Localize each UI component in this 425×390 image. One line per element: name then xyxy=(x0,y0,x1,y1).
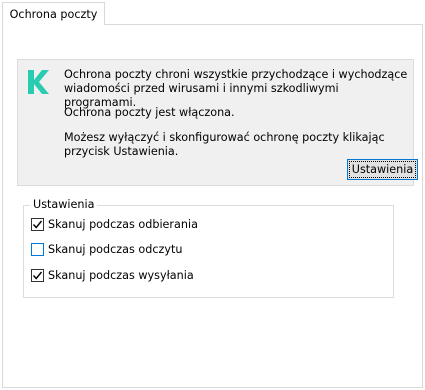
settings-group-legend: Ustawienia xyxy=(30,198,98,212)
kaspersky-k-icon xyxy=(28,70,49,94)
scan-on-send-option[interactable]: Skanuj podczas wysyłania xyxy=(31,269,194,282)
checkmark-icon xyxy=(32,220,43,229)
scan-on-receive-option[interactable]: Skanuj podczas odbierania xyxy=(31,218,198,231)
checkmark-icon xyxy=(32,271,43,280)
settings-button[interactable]: Ustawienia xyxy=(347,159,418,180)
scan-on-read-option[interactable]: Skanuj podczas odczytu xyxy=(31,243,182,256)
scan-on-send-label[interactable]: Skanuj podczas wysyłania xyxy=(48,269,194,282)
tab-mail-protection[interactable]: Ochrona poczty xyxy=(2,2,105,25)
scan-on-receive-checkbox[interactable] xyxy=(31,218,44,231)
hint-text: Możesz wyłączyć i skonfigurować ochronę … xyxy=(64,131,385,158)
settings-group: Ustawienia Skanuj podczas odbierania Ska… xyxy=(23,198,394,298)
status-text: Ochrona poczty jest włączona. xyxy=(64,106,235,119)
info-box: Ochrona poczty chroni wszystkie przychod… xyxy=(17,59,418,186)
scan-on-send-checkbox[interactable] xyxy=(31,269,44,282)
scan-on-receive-label[interactable]: Skanuj podczas odbierania xyxy=(48,218,198,231)
scan-on-read-label[interactable]: Skanuj podczas odczytu xyxy=(48,243,182,256)
tab-panel: Ochrona poczty chroni wszystkie przychod… xyxy=(2,24,423,388)
description-text: Ochrona poczty chroni wszystkie przychod… xyxy=(64,68,408,109)
scan-on-read-checkbox[interactable] xyxy=(31,243,44,256)
tab-label: Ochrona poczty xyxy=(9,7,98,21)
